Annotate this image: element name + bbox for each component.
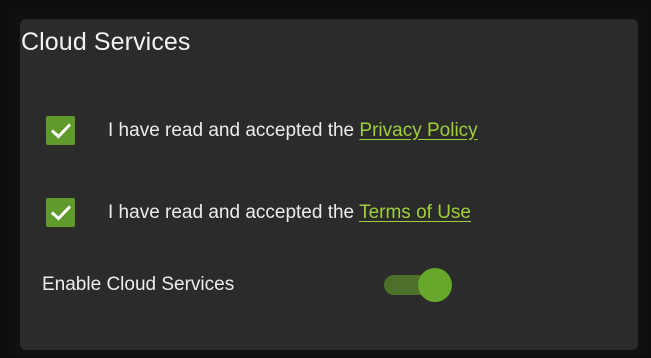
privacy-policy-link[interactable]: Privacy Policy <box>359 120 477 141</box>
privacy-policy-label-prefix: I have read and accepted the <box>108 119 360 141</box>
enable-cloud-services-toggle[interactable] <box>384 266 454 302</box>
terms-of-use-label: I have read and accepted the Terms of Us… <box>108 201 471 225</box>
checkmark-icon <box>50 122 71 139</box>
page-title: Cloud Services <box>21 28 191 56</box>
terms-of-use-label-prefix: I have read and accepted the <box>108 201 360 223</box>
terms-of-use-row: I have read and accepted the Terms of Us… <box>46 198 471 227</box>
privacy-policy-checkbox[interactable] <box>46 116 75 145</box>
terms-of-use-link[interactable]: Terms of Use <box>359 202 471 223</box>
terms-of-use-checkbox[interactable] <box>46 198 75 227</box>
cloud-services-card <box>20 19 638 350</box>
privacy-policy-label: I have read and accepted the Privacy Pol… <box>108 119 478 143</box>
toggle-thumb[interactable] <box>418 268 452 302</box>
outer-panel <box>8 8 649 356</box>
privacy-policy-row: I have read and accepted the Privacy Pol… <box>46 116 478 145</box>
checkmark-icon <box>50 204 71 221</box>
enable-cloud-services-label: Enable Cloud Services <box>42 274 235 295</box>
